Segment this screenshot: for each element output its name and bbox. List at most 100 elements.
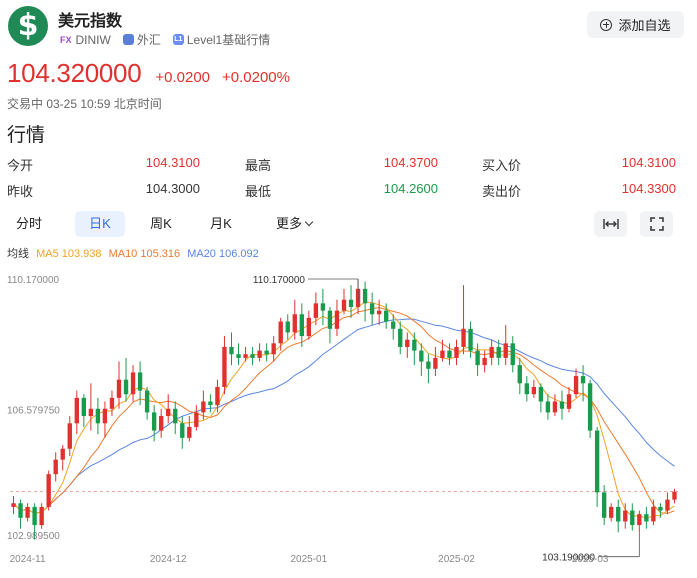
- candle-body: [201, 401, 206, 413]
- candle-body: [257, 350, 262, 358]
- instrument-title: 美元指数: [58, 13, 123, 30]
- dollar-logo-icon: $: [8, 6, 48, 46]
- tab-weekly-k[interactable]: 周K: [137, 211, 185, 237]
- candle-body: [11, 503, 16, 507]
- candle-body: [292, 314, 297, 333]
- x-tick-label: 2025-01: [290, 554, 327, 565]
- candle-body: [278, 321, 283, 344]
- candle-body: [587, 383, 593, 431]
- candle-body: [426, 361, 431, 369]
- y-tick-label: 106.579750: [7, 406, 60, 417]
- candle-body: [489, 346, 494, 358]
- add-watchlist-button[interactable]: 添加自选: [587, 11, 684, 38]
- price-change: +0.0200: [155, 69, 211, 86]
- ma20-line: [13, 318, 675, 514]
- x-tick-label: 2025-02: [438, 554, 475, 565]
- candle-body: [180, 423, 185, 438]
- candle-body: [173, 408, 178, 424]
- candle-body: [348, 299, 354, 307]
- candle-body: [39, 506, 44, 526]
- ask-label: 卖出价: [482, 184, 522, 199]
- low-value: 104.2600: [383, 181, 438, 196]
- add-watchlist-label: 添加自选: [618, 18, 671, 33]
- candle-body: [25, 506, 30, 518]
- candle-body: [637, 514, 642, 526]
- candle-body: [151, 412, 157, 431]
- candle-body: [644, 514, 649, 522]
- candle-body: [123, 379, 129, 395]
- candle-body: [32, 506, 37, 526]
- last-price: 104.320000: [7, 58, 142, 88]
- ma-legend-label: 均线: [7, 248, 29, 260]
- market-label: 外汇: [136, 33, 161, 47]
- candle-body: [208, 401, 213, 406]
- candle-body: [362, 288, 368, 304]
- tab-daily-k[interactable]: 日K: [75, 211, 125, 237]
- candle-body: [313, 303, 319, 318]
- candle-body: [229, 346, 234, 355]
- candle-body: [250, 354, 255, 358]
- y-tick-label: 110.170000: [7, 275, 60, 286]
- candle-body: [187, 426, 192, 438]
- candle-body: [116, 379, 122, 398]
- candle-body: [109, 397, 115, 409]
- candle-body: [419, 350, 424, 362]
- candle-body: [616, 506, 621, 522]
- candle-body: [651, 506, 656, 522]
- candle-body: [369, 303, 375, 315]
- x-tick-label: 2024-11: [10, 554, 46, 565]
- ma5-line: [13, 301, 675, 520]
- candle-body: [545, 401, 551, 413]
- candlestick-chart[interactable]: 110.170000 106.579750 102.989500 110.170000…: [0, 262, 697, 578]
- trading-status: 交易中 03-25 10:59 北京时间: [7, 97, 162, 111]
- high-value: 104.3700: [383, 155, 438, 170]
- candle-body: [215, 386, 220, 406]
- candle-body: [18, 503, 23, 518]
- candle-body: [531, 386, 537, 395]
- candle-body: [376, 310, 382, 315]
- candle-body: [482, 357, 487, 366]
- tab-more-label: 更多: [275, 216, 302, 231]
- candle-body: [609, 506, 614, 518]
- tab-intraday[interactable]: 分时: [7, 211, 51, 237]
- quote-header: $ 美元指数 FX DINIW 外汇 L1 Level1基础行情 添加自选: [0, 0, 697, 58]
- candle-body: [60, 448, 65, 460]
- fullscreen-button[interactable]: [640, 211, 673, 237]
- arrows-horizontal-icon: [602, 219, 619, 229]
- instrument-meta: FX DINIW 外汇 L1 Level1基础行情: [60, 31, 282, 48]
- plus-circle-icon: [600, 18, 613, 31]
- fit-width-button[interactable]: [594, 211, 627, 237]
- candle-body: [74, 397, 79, 424]
- tab-monthly-k[interactable]: 月K: [197, 211, 245, 237]
- candle-body: [412, 339, 417, 351]
- candle-body: [81, 397, 87, 417]
- candle-body: [306, 317, 312, 337]
- candle-body: [573, 376, 579, 395]
- candle-body: [630, 510, 635, 526]
- candle-body: [166, 408, 171, 417]
- level-icon: L1: [172, 34, 184, 45]
- tab-more[interactable]: 更多: [263, 211, 325, 237]
- candle-body: [447, 350, 452, 358]
- candle-body: [243, 354, 248, 358]
- candle-body: [95, 408, 101, 424]
- fx-tag: FX: [60, 34, 72, 45]
- x-tick-label: 2024-12: [150, 554, 187, 565]
- candle-body: [46, 474, 51, 507]
- candle-body: [137, 372, 143, 391]
- bid-value: 104.3100: [621, 155, 676, 170]
- candle-body: [88, 408, 94, 417]
- candle-body: [222, 346, 227, 387]
- level-label: Level1基础行情: [186, 33, 271, 47]
- candle-body: [384, 310, 389, 322]
- symbol-code: DINIW: [75, 32, 111, 47]
- candle-body: [405, 339, 410, 347]
- candle-body: [566, 394, 572, 409]
- candle-body: [454, 346, 459, 358]
- price-row: 104.320000 +0.0200 +0.0200%: [7, 58, 290, 89]
- candle-body: [510, 343, 515, 366]
- candle-body: [475, 350, 480, 366]
- candle-body: [503, 343, 508, 358]
- candle-body: [53, 459, 58, 475]
- candle-body: [672, 491, 677, 500]
